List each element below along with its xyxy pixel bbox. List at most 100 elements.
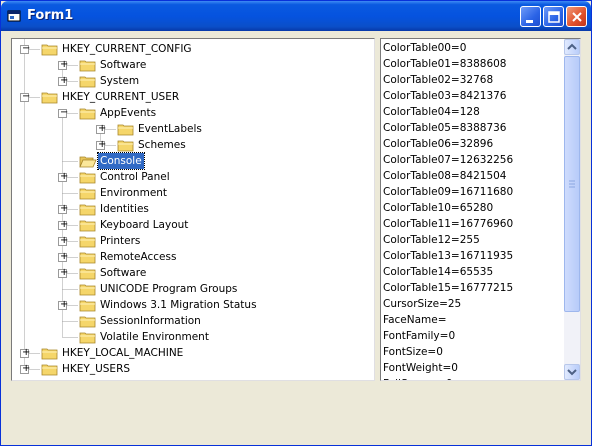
list-item[interactable]: ColorTable11=16776960 — [383, 216, 513, 232]
expand-icon[interactable]: + — [58, 219, 68, 230]
list-item[interactable]: ColorTable03=8421376 — [383, 88, 507, 104]
list-item[interactable]: ColorTable13=16711935 — [383, 248, 513, 264]
expand-icon[interactable]: + — [58, 251, 69, 262]
folder-icon — [41, 348, 58, 360]
list-item[interactable]: ColorTable05=8388736 — [383, 120, 507, 136]
expander-glyph: + — [60, 203, 69, 214]
scroll-down-button[interactable] — [564, 364, 580, 380]
expander-glyph: − — [60, 107, 69, 118]
folder-icon — [79, 268, 96, 280]
tree-node-label[interactable]: Identities — [98, 201, 151, 217]
list-item[interactable]: ColorTable15=16777215 — [383, 280, 513, 296]
folder-icon — [79, 188, 96, 200]
chevron-up-icon — [567, 43, 577, 50]
list-item[interactable]: ColorTable04=128 — [383, 104, 480, 120]
tree-node-label[interactable]: HKEY_USERS — [60, 361, 132, 377]
folder-icon — [79, 76, 96, 88]
vertical-scrollbar[interactable] — [564, 39, 580, 380]
list-item[interactable]: FontSize=0 — [383, 344, 443, 360]
expand-icon[interactable]: + — [96, 139, 106, 150]
tree-node-label[interactable]: Environment — [98, 185, 169, 201]
values-listbox[interactable]: ColorTable00=0 ColorTable01=8388608 ColorT… — [380, 38, 581, 381]
tree-node-label[interactable]: Schemes — [136, 137, 188, 153]
expander-glyph: + — [22, 363, 31, 374]
expand-icon[interactable]: + — [20, 347, 30, 358]
folder-icon — [79, 316, 96, 328]
tree-node-label[interactable]: Software — [98, 265, 148, 281]
list-item[interactable]: FullScreen=0 — [383, 376, 453, 380]
tree-node-label[interactable]: Printers — [98, 233, 142, 249]
folder-icon — [79, 60, 96, 72]
app-icon — [7, 10, 21, 22]
collapse-icon[interactable]: − — [20, 91, 31, 102]
folder-icon — [79, 204, 96, 216]
expander-glyph: + — [60, 59, 69, 70]
list-item[interactable]: ColorTable12=255 — [383, 232, 480, 248]
list-item[interactable]: ColorTable08=8421504 — [383, 168, 507, 184]
close-button[interactable] — [566, 6, 587, 27]
tree-node-label[interactable]: RemoteAccess — [98, 249, 178, 265]
registry-tree[interactable]: − HKEY_CURRENT_CONFIG + Software + System − HKE… — [11, 38, 375, 381]
tree-node-label[interactable]: Software — [98, 57, 148, 73]
expand-icon[interactable]: + — [96, 123, 107, 134]
folder-icon — [79, 332, 96, 344]
folder-icon — [79, 252, 96, 264]
tree-node-label[interactable]: EventLabels — [136, 121, 204, 137]
list-item[interactable]: FontWeight=0 — [383, 360, 458, 376]
tree-node-label[interactable]: UNICODE Program Groups — [98, 281, 239, 297]
expand-icon[interactable]: + — [58, 75, 68, 86]
list-item[interactable]: FaceName= — [383, 312, 447, 328]
expander-glyph: − — [22, 91, 31, 102]
folder-icon — [79, 220, 96, 232]
expand-icon[interactable]: + — [58, 171, 69, 182]
tree-node-label[interactable]: System — [98, 73, 141, 89]
title-bar[interactable]: Form1 — [1, 1, 591, 31]
scroll-up-button[interactable] — [564, 39, 580, 55]
folder-icon — [79, 172, 96, 184]
list-item[interactable]: CursorSize=25 — [383, 296, 461, 312]
tree-node-label[interactable]: Console — [97, 152, 145, 170]
tree-node-label[interactable]: Control Panel — [98, 169, 172, 185]
expand-icon[interactable]: + — [58, 203, 69, 214]
folder-icon — [117, 124, 134, 136]
list-item[interactable]: ColorTable14=65535 — [383, 264, 493, 280]
tree-node-label[interactable]: AppEvents — [98, 105, 158, 121]
close-icon — [572, 12, 582, 22]
tree-node-label[interactable]: Keyboard Layout — [98, 217, 190, 233]
list-item[interactable]: ColorTable02=32768 — [383, 72, 493, 88]
list-item[interactable]: ColorTable09=16711680 — [383, 184, 513, 200]
expand-icon[interactable]: + — [20, 363, 31, 374]
folder-icon — [79, 300, 96, 312]
list-item[interactable]: ColorTable01=8388608 — [383, 56, 507, 72]
tree-node-label[interactable]: SessionInformation — [98, 313, 203, 329]
scroll-thumb[interactable] — [564, 56, 580, 312]
expander-glyph: + — [60, 251, 69, 262]
expand-icon[interactable]: + — [58, 267, 68, 278]
collapse-icon[interactable]: − — [20, 43, 30, 54]
list-item[interactable]: ColorTable00=0 — [383, 40, 466, 56]
expander-glyph: + — [98, 123, 107, 134]
tree-node-label[interactable]: HKEY_CURRENT_CONFIG — [60, 41, 194, 57]
folder-icon — [41, 364, 58, 376]
list-item[interactable]: ColorTable07=12632256 — [383, 152, 513, 168]
expand-icon[interactable]: + — [58, 235, 68, 246]
tree-node-label[interactable]: Windows 3.1 Migration Status — [98, 297, 259, 313]
tree-node-label[interactable]: HKEY_LOCAL_MACHINE — [60, 345, 185, 361]
tree-node-label[interactable]: HKEY_CURRENT_USER — [60, 89, 181, 105]
list-item[interactable]: ColorTable06=32896 — [383, 136, 493, 152]
list-item[interactable]: FontFamily=0 — [383, 328, 455, 344]
tree-node-label[interactable]: Volatile Environment — [98, 329, 211, 345]
expand-icon[interactable]: + — [58, 299, 68, 310]
folder-icon — [41, 92, 58, 104]
folder-icon — [41, 44, 58, 56]
window-title: Form1 — [27, 8, 74, 23]
expander-glyph: + — [60, 171, 69, 182]
list-item[interactable]: ColorTable10=65280 — [383, 200, 493, 216]
minimize-icon — [526, 20, 533, 23]
folder-icon — [117, 140, 134, 152]
collapse-icon[interactable]: − — [58, 107, 69, 118]
maximize-button[interactable] — [543, 6, 564, 27]
folder-icon — [79, 108, 96, 120]
minimize-button[interactable] — [520, 6, 541, 27]
expand-icon[interactable]: + — [58, 59, 69, 70]
